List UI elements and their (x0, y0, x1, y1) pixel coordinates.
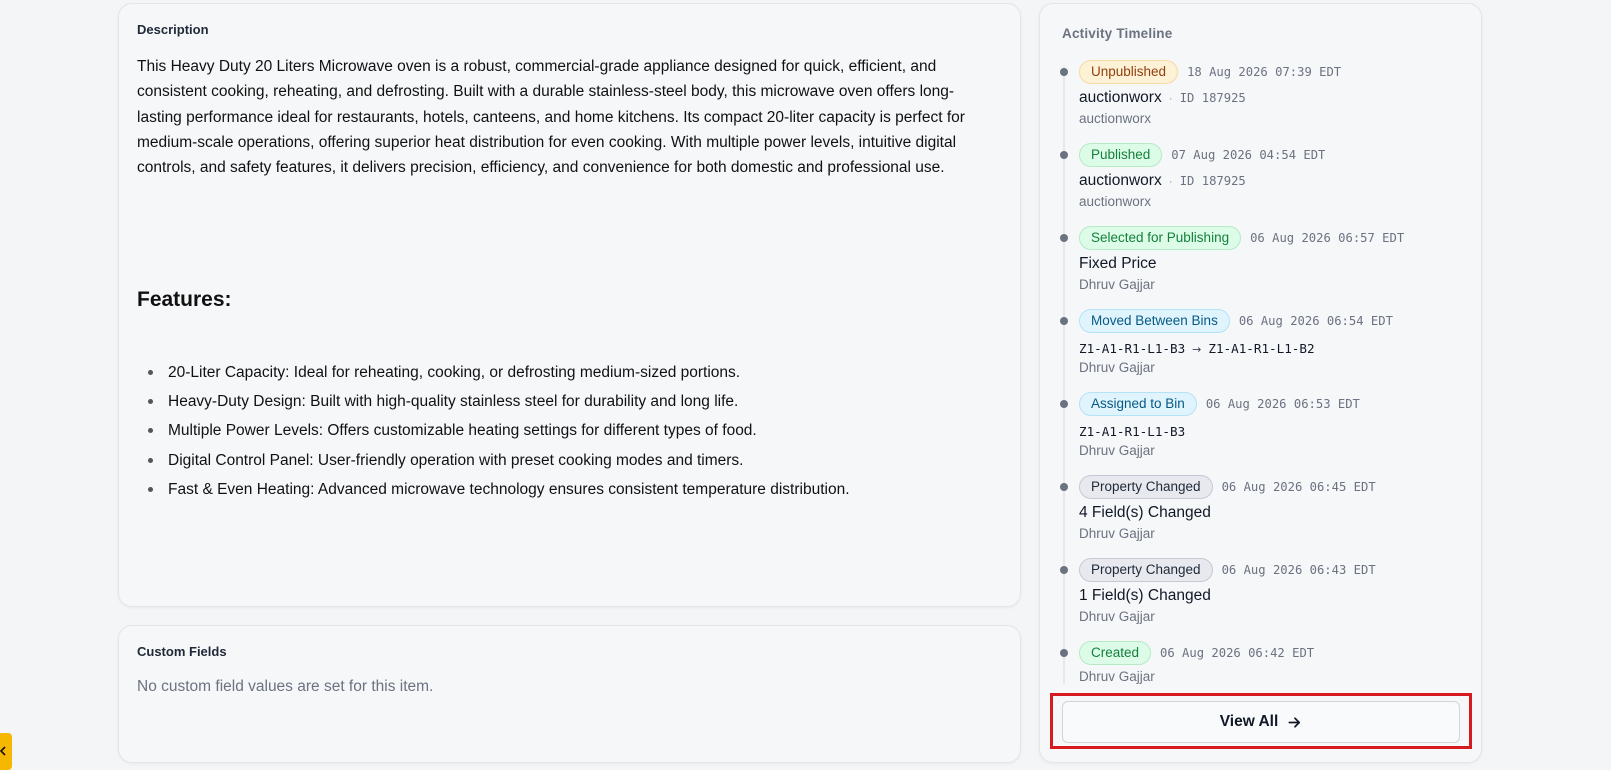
separator-dot: · (1168, 174, 1173, 188)
event-timestamp: 18 Aug 2026 07:39 EDT (1187, 65, 1342, 79)
timeline-dot-icon (1060, 649, 1068, 657)
arrow-right-icon (1288, 716, 1301, 728)
activity-timeline-heading: Activity Timeline (1062, 26, 1173, 41)
timeline-dot-icon (1060, 400, 1068, 408)
chevron-left-icon (0, 746, 6, 756)
event-user: Dhruv Gajjar (1079, 443, 1155, 458)
bullet-icon (148, 399, 153, 405)
description-card: Description This Heavy Duty 20 Liters Mi… (118, 3, 1021, 607)
activity-timeline-card: Activity Timeline Unpublished 18 Aug 202… (1039, 3, 1482, 763)
feature-item: 20-Liter Capacity: Ideal for reheating, … (137, 363, 997, 392)
event-id: ID 187925 (1179, 91, 1246, 105)
event-title: auctionworx (1079, 172, 1162, 189)
separator-dot: · (1168, 91, 1173, 105)
custom-fields-empty-message: No custom field values are set for this … (137, 678, 434, 695)
feature-item: Fast & Even Heating: Advanced microwave … (137, 480, 997, 509)
status-badge: Published (1079, 143, 1163, 167)
feature-text: Fast & Even Heating: Advanced microwave … (168, 480, 850, 498)
features-list: 20-Liter Capacity: Ideal for reheating, … (137, 363, 997, 509)
event-user: Dhruv Gajjar (1079, 360, 1155, 375)
event-title: 1 Field(s) Changed (1079, 587, 1211, 604)
features-heading: Features: (137, 288, 232, 311)
status-badge: Moved Between Bins (1079, 309, 1230, 333)
bullet-icon (148, 486, 153, 492)
bullet-icon (148, 370, 153, 375)
status-badge: Property Changed (1079, 475, 1213, 499)
view-all-label: View All (1219, 713, 1279, 730)
view-all-button[interactable]: View All (1062, 701, 1460, 743)
event-id: ID 187925 (1179, 174, 1246, 188)
event-user: Dhruv Gajjar (1079, 277, 1155, 292)
timeline-dot-icon (1060, 317, 1068, 325)
description-heading: Description (137, 22, 209, 37)
event-title: Fixed Price (1079, 255, 1157, 272)
event-timestamp: 06 Aug 2026 06:43 EDT (1221, 563, 1376, 577)
feature-text: Heavy-Duty Design: Built with high-quali… (168, 393, 739, 411)
status-badge: Property Changed (1079, 558, 1213, 582)
timeline-dot-icon (1060, 68, 1068, 76)
feature-text: Digital Control Panel: User-friendly ope… (168, 451, 744, 469)
bin-code: Z1-A1-R1-L1-B3 (1079, 424, 1186, 439)
status-badge: Unpublished (1079, 60, 1179, 84)
custom-fields-heading: Custom Fields (137, 644, 227, 659)
event-timestamp: 06 Aug 2026 06:54 EDT (1238, 314, 1393, 328)
bullet-icon (148, 428, 153, 434)
feature-item: Heavy-Duty Design: Built with high-quali… (137, 392, 997, 421)
sidebar-toggle-tab[interactable] (0, 733, 12, 770)
feature-text: Multiple Power Levels: Offers customizab… (168, 422, 757, 440)
event-timestamp: 06 Aug 2026 06:57 EDT (1250, 231, 1405, 245)
bullet-icon (148, 457, 153, 463)
event-title: 4 Field(s) Changed (1079, 504, 1211, 521)
from-bin-code: Z1-A1-R1-L1-B3 (1079, 341, 1186, 356)
status-badge: Assigned to Bin (1079, 392, 1197, 416)
event-timestamp: 06 Aug 2026 06:53 EDT (1205, 397, 1360, 411)
event-timestamp: 06 Aug 2026 06:42 EDT (1160, 646, 1315, 660)
timeline-dot-icon (1060, 151, 1068, 159)
feature-text: 20-Liter Capacity: Ideal for reheating, … (168, 364, 741, 381)
feature-item: Digital Control Panel: User-friendly ope… (137, 451, 997, 480)
custom-fields-card: Custom Fields No custom field values are… (118, 625, 1021, 763)
event-user: auctionworx (1079, 194, 1152, 209)
timeline-dot-icon (1060, 566, 1068, 574)
event-title: auctionworx (1079, 89, 1162, 106)
arrow-right-icon: → (1192, 343, 1202, 356)
status-badge: Selected for Publishing (1079, 226, 1242, 250)
event-timestamp: 06 Aug 2026 06:45 EDT (1221, 480, 1376, 494)
event-user: Dhruv Gajjar (1079, 609, 1155, 624)
timeline-dot-icon (1060, 234, 1068, 242)
status-badge: Created (1079, 641, 1152, 665)
event-timestamp: 07 Aug 2026 04:54 EDT (1171, 148, 1326, 162)
description-body: This Heavy Duty 20 Liters Microwave oven… (137, 58, 965, 177)
to-bin-code: Z1-A1-R1-L1-B2 (1208, 341, 1315, 356)
timeline-dot-icon (1060, 483, 1068, 491)
feature-item: Multiple Power Levels: Offers customizab… (137, 421, 997, 450)
event-user: auctionworx (1079, 111, 1152, 126)
event-user: Dhruv Gajjar (1079, 669, 1155, 684)
event-user: Dhruv Gajjar (1079, 526, 1155, 541)
